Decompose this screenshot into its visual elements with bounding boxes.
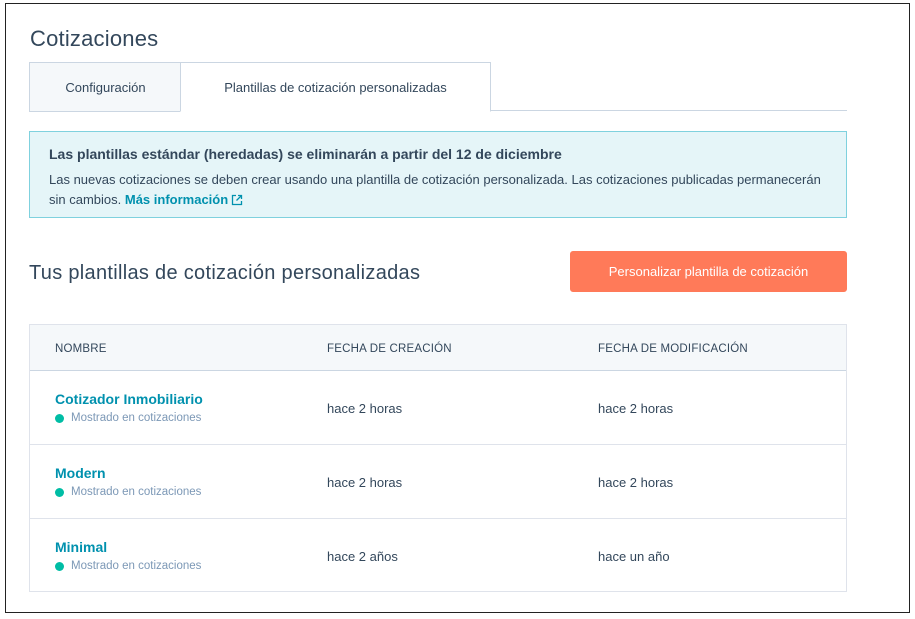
template-name-link[interactable]: Cotizador Inmobiliario bbox=[55, 391, 203, 407]
status-text: Mostrado en cotizaciones bbox=[71, 412, 202, 424]
tab-bar: Configuración Plantillas de cotización p… bbox=[29, 62, 847, 112]
section-title: Tus plantillas de cotización personaliza… bbox=[29, 262, 421, 284]
status-indicator: Mostrado en cotizaciones bbox=[55, 412, 201, 424]
table-row: Cotizador Inmobiliario Mostrado en cotiz… bbox=[30, 371, 846, 445]
table-header: NOMBRE FECHA DE CREACIÓN FECHA DE MODIFI… bbox=[30, 325, 846, 371]
alert-title: Las plantillas estándar (heredadas) se e… bbox=[49, 146, 562, 162]
status-dot-icon bbox=[55, 561, 64, 571]
more-info-label: Más información bbox=[124, 192, 229, 207]
status-text: Mostrado en cotizaciones bbox=[71, 486, 202, 498]
external-link-icon bbox=[231, 192, 243, 212]
table-row: Modern Mostrado en cotizaciones hace 2 h… bbox=[30, 445, 846, 519]
created-date: hace 2 años bbox=[327, 549, 398, 564]
customize-template-button[interactable]: Personalizar plantilla de cotización bbox=[570, 251, 847, 292]
modified-date: hace un año bbox=[598, 549, 670, 564]
page-frame: Cotizaciones Configuración Plantillas de… bbox=[5, 3, 910, 613]
template-name-link[interactable]: Minimal bbox=[55, 539, 107, 555]
page-title: Cotizaciones bbox=[30, 26, 159, 51]
info-alert: Las plantillas estándar (heredadas) se e… bbox=[29, 131, 847, 218]
modified-date: hace 2 horas bbox=[598, 475, 674, 490]
created-date: hace 2 horas bbox=[327, 401, 403, 416]
tab-label: Configuración bbox=[65, 79, 146, 95]
templates-table: NOMBRE FECHA DE CREACIÓN FECHA DE MODIFI… bbox=[29, 324, 847, 592]
tab-plantillas-personalizadas[interactable]: Plantillas de cotización personalizadas bbox=[180, 62, 491, 112]
modified-date: hace 2 horas bbox=[598, 401, 674, 416]
status-indicator: Mostrado en cotizaciones bbox=[55, 560, 201, 572]
status-indicator: Mostrado en cotizaciones bbox=[55, 486, 201, 498]
tab-configuracion[interactable]: Configuración bbox=[29, 62, 181, 112]
status-text: Mostrado en cotizaciones bbox=[71, 560, 202, 572]
alert-body: Las nuevas cotizaciones se deben crear u… bbox=[49, 170, 828, 212]
status-dot-icon bbox=[55, 487, 64, 497]
created-date: hace 2 horas bbox=[327, 475, 403, 490]
column-header-nombre[interactable]: NOMBRE bbox=[55, 343, 107, 355]
template-name-link[interactable]: Modern bbox=[55, 465, 106, 481]
table-row: Minimal Mostrado en cotizaciones hace 2 … bbox=[30, 519, 846, 593]
status-dot-icon bbox=[55, 413, 64, 423]
column-header-fecha-modificacion[interactable]: FECHA DE MODIFICACIÓN bbox=[598, 343, 748, 355]
tab-label: Plantillas de cotización personalizadas bbox=[224, 79, 447, 95]
more-info-link[interactable]: Más información bbox=[125, 192, 243, 207]
column-header-fecha-creacion[interactable]: FECHA DE CREACIÓN bbox=[327, 343, 452, 355]
